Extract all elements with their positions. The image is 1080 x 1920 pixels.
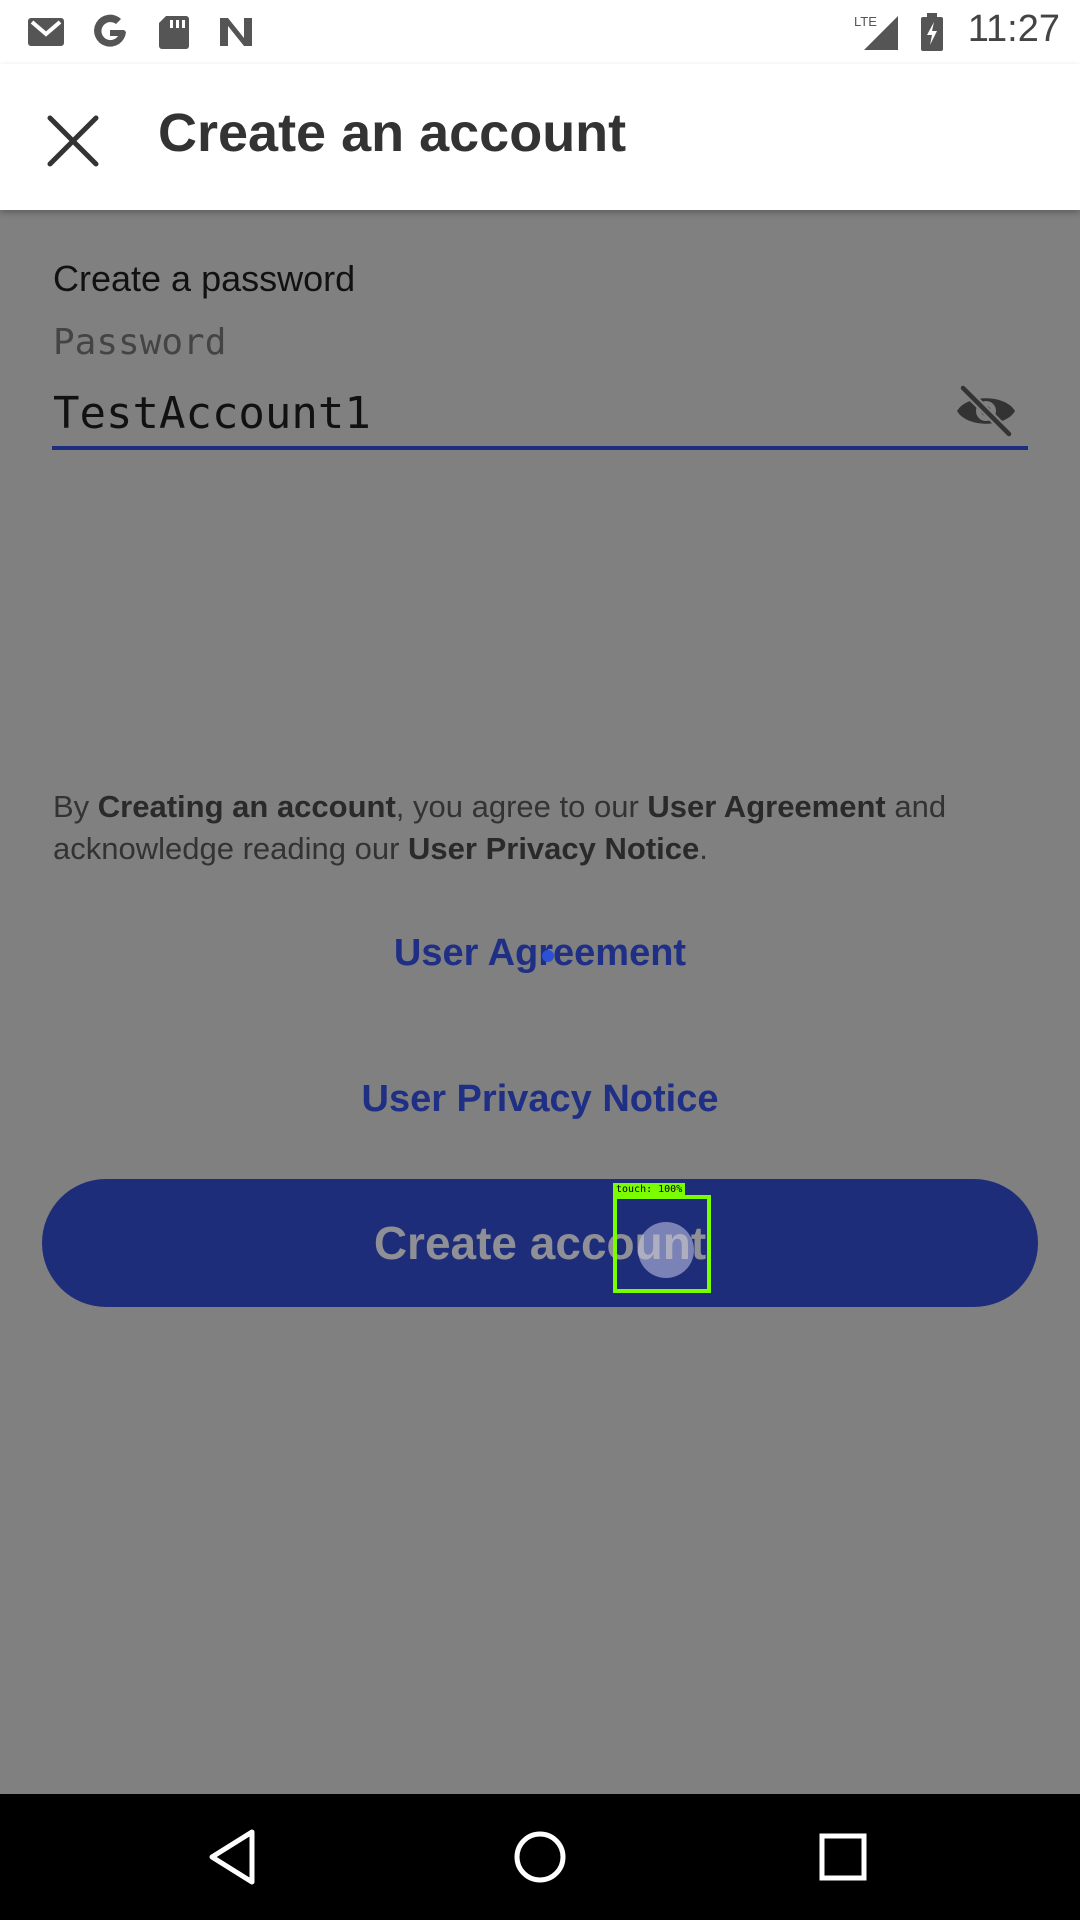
legal-part2: , you agree to our [395,789,648,824]
back-icon[interactable] [200,1822,270,1892]
close-icon[interactable] [38,106,108,176]
status-bar: LTE 11:27 [0,0,1080,64]
password-field-label: Password [53,322,227,363]
create-account-button[interactable]: Create account [42,1179,1038,1307]
user-privacy-notice-link[interactable]: User Privacy Notice [0,1078,1080,1121]
app-bar: Create an account [0,64,1080,210]
recents-icon[interactable] [808,1822,878,1892]
n-app-icon [220,18,252,46]
page-title: Create an account [158,103,627,163]
touch-indicator-box [613,1195,711,1293]
password-field[interactable]: TestAccount1 [53,388,371,439]
sd-card-icon [159,16,189,49]
legal-part1: By [53,789,98,824]
legal-text: By Creating an account, you agree to our… [53,786,1033,870]
legal-bold-creating-account: Creating an account [97,789,396,824]
main-content: Create a password Password TestAccount1 … [0,210,1080,1794]
home-icon[interactable] [505,1822,575,1892]
user-agreement-link[interactable]: User Agreement [0,932,1080,975]
touch-indicator-label: touch: 100% [613,1183,686,1197]
lte-signal-icon: LTE [854,14,898,50]
google-icon [94,14,126,47]
navigation-bar [0,1794,1080,1920]
gmail-icon [28,18,64,46]
section-label: Create a password [53,258,356,299]
clock: 11:27 [967,8,1060,50]
password-field-underline [52,446,1028,450]
legal-part4: . [699,831,708,866]
eye-off-icon[interactable] [953,378,1019,444]
focus-dot [542,950,554,962]
legal-bold-privacy-notice: User Privacy Notice [408,831,700,866]
lte-label: LTE [854,14,877,29]
legal-bold-user-agreement: User Agreement [647,789,886,824]
battery-charging-icon [921,13,943,51]
